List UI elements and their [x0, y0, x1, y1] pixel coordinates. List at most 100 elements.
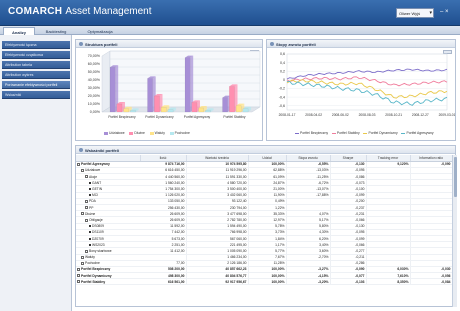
y-tick-label: -0,4	[279, 95, 285, 99]
legend-label: Waluty	[154, 131, 165, 135]
user-name: Oliwer Wyjś	[399, 11, 421, 16]
bar[interactable]	[116, 103, 123, 113]
tab-optymalizacja[interactable]: Optymalizacja	[78, 27, 122, 35]
tree-leaf-icon	[89, 231, 91, 234]
tab-backtesting[interactable]: Backtesting	[38, 27, 74, 35]
y-tick-label: 0,00%	[90, 110, 101, 114]
tree-expand-icon[interactable]	[85, 200, 88, 204]
panel-collapse-icon[interactable]	[79, 148, 83, 152]
y-tick-label: 30,00%	[88, 86, 101, 90]
x-category-label: Portfel Stabilny	[223, 115, 246, 119]
logo-product: Asset Management	[65, 6, 152, 17]
table-row[interactable]: Portfel Stabilny 616 561,00 92 917 956,67 1…	[76, 278, 453, 286]
row-name-cell: Portfel Stabilny	[76, 278, 140, 286]
panel-collapse-icon[interactable]	[79, 42, 83, 46]
bar[interactable]	[229, 86, 235, 113]
y-tick-label: 40,00%	[88, 78, 101, 82]
bar[interactable]	[167, 109, 174, 113]
structure-bar-chart: 0,00% 10,00% 20,00% 30,00% 40,00% 50,00% 60,00…	[88, 50, 261, 119]
bar[interactable]	[205, 110, 211, 113]
bar[interactable]	[242, 108, 249, 113]
bar[interactable]	[147, 78, 153, 113]
tree-expand-icon[interactable]	[85, 206, 88, 210]
bar[interactable]	[191, 102, 198, 113]
tree-expand-icon[interactable]	[81, 261, 84, 265]
row-name: Obligacje	[89, 217, 103, 222]
panel-collapse-icon[interactable]	[270, 42, 274, 46]
legend-item: Dłużne	[129, 131, 145, 135]
row-name: GETIN	[92, 187, 103, 192]
x-category-label: Portfel Dynamiczny	[145, 115, 174, 119]
rates-panel-header: Stopy zwrotu portfeli	[267, 40, 455, 48]
legend-swatch	[129, 131, 134, 135]
x-tick-label: 2008-08-03	[359, 113, 376, 117]
x-tick-label: 2008-04-02	[305, 113, 322, 117]
row-name: Portfel Stabilny	[81, 279, 106, 284]
table-cell: 8,350%	[366, 278, 411, 286]
y-tick-label: 0,6	[280, 52, 285, 56]
row-name: PP	[89, 205, 94, 210]
tree-expand-icon[interactable]	[77, 162, 80, 166]
sidebar-item-porownanie-portfeli[interactable]: Porównanie efektywności portfeli	[2, 81, 70, 89]
bar[interactable]	[235, 105, 242, 113]
tree-expand-icon[interactable]	[85, 249, 88, 253]
bar[interactable]	[184, 57, 191, 113]
tree-expand-icon[interactable]	[85, 218, 88, 222]
structure-legend: Udziałowe Dłużne Waluty Pochodne	[104, 131, 190, 135]
tree-expand-icon[interactable]	[77, 268, 80, 272]
y-tick-label: 70,00%	[88, 54, 101, 58]
table-cell: 616 561,00	[140, 278, 187, 286]
row-name: Pochodne	[85, 261, 100, 266]
sidebar-item-attribution-wykres[interactable]: Attribution wykres	[2, 71, 70, 79]
tree-leaf-icon	[89, 243, 91, 246]
sidebar-item-wskazniki[interactable]: Wskaźniki	[2, 91, 70, 99]
bar[interactable]	[154, 95, 160, 113]
sidebar: Efektywność łączna Efektywność cząstkowa…	[0, 35, 72, 311]
legend-item: Waluty	[149, 131, 165, 135]
bar[interactable]	[130, 110, 136, 113]
indicators-panel: Wskaźniki portfeli Ilość Wartość średnia…	[75, 145, 457, 307]
rates-legend: Portfel Bezpieczny Portfel Stabilny Port…	[295, 131, 434, 135]
rates-panel: Stopy zwrotu portfeli 0,6 0,4 0,2 0 -0,2 -0,4…	[266, 39, 456, 141]
legend-swatch	[295, 132, 299, 134]
row-name: Waluty	[85, 255, 95, 260]
close-icon[interactable]: ×	[445, 9, 449, 15]
legend-swatch	[149, 131, 154, 135]
bar[interactable]	[222, 97, 228, 113]
y-tick-label: -0,6	[279, 104, 285, 108]
table-scrollbar-thumb[interactable]	[454, 157, 457, 197]
tree-expand-icon[interactable]	[81, 212, 84, 216]
table-cell: 92 917 956,67	[186, 278, 249, 286]
app-window: COMARCH Asset Management Oliwer Wyjś ▾ – …	[0, 0, 460, 311]
user-select[interactable]: Oliwer Wyjś ▾	[396, 8, 434, 18]
y-tick-label: 0	[283, 78, 285, 82]
window-controls[interactable]: – ×	[440, 9, 449, 15]
tree-expand-icon[interactable]	[77, 274, 80, 278]
y-tick-label: 60,00%	[88, 62, 101, 66]
sidebar-item-efektywnosc-czastkowa[interactable]: Efektywność cząstkowa	[2, 51, 70, 59]
legend-item: Portfel Dynamiczny	[363, 131, 398, 135]
bar[interactable]	[123, 108, 129, 113]
table-scrollbar[interactable]	[452, 155, 457, 307]
tab-analizy[interactable]: Analizy	[3, 27, 35, 35]
row-name: Portfel Agresywny	[81, 162, 110, 167]
main-tabbar: Analizy Backtesting Optymalizacja	[0, 26, 460, 35]
tree-leaf-icon	[89, 188, 91, 191]
tree-expand-icon[interactable]	[81, 255, 84, 259]
minimize-icon[interactable]: –	[440, 9, 443, 15]
bar[interactable]	[198, 107, 204, 113]
bar[interactable]	[109, 67, 116, 113]
y-tick-label: 50,00%	[88, 70, 101, 74]
tree-expand-icon[interactable]	[77, 280, 80, 284]
sidebar-item-attribution-tabela[interactable]: Attribution tabela	[2, 61, 70, 69]
structure-panel-title: Struktura portfeli	[85, 42, 118, 47]
legend-item: Pochodne	[169, 131, 190, 135]
sidebar-item-efektywnosc-laczna[interactable]: Efektywność łączna	[2, 41, 70, 49]
legend-item: Portfel Agresywny	[401, 131, 434, 135]
bar[interactable]	[160, 107, 167, 113]
app-header: COMARCH Asset Management Oliwer Wyjś ▾ – …	[0, 0, 460, 26]
row-name: DS1109	[92, 230, 104, 235]
tree-expand-icon[interactable]	[85, 175, 88, 179]
tree-expand-icon[interactable]	[81, 169, 84, 173]
legend-item: Portfel Stabilny	[331, 131, 360, 135]
